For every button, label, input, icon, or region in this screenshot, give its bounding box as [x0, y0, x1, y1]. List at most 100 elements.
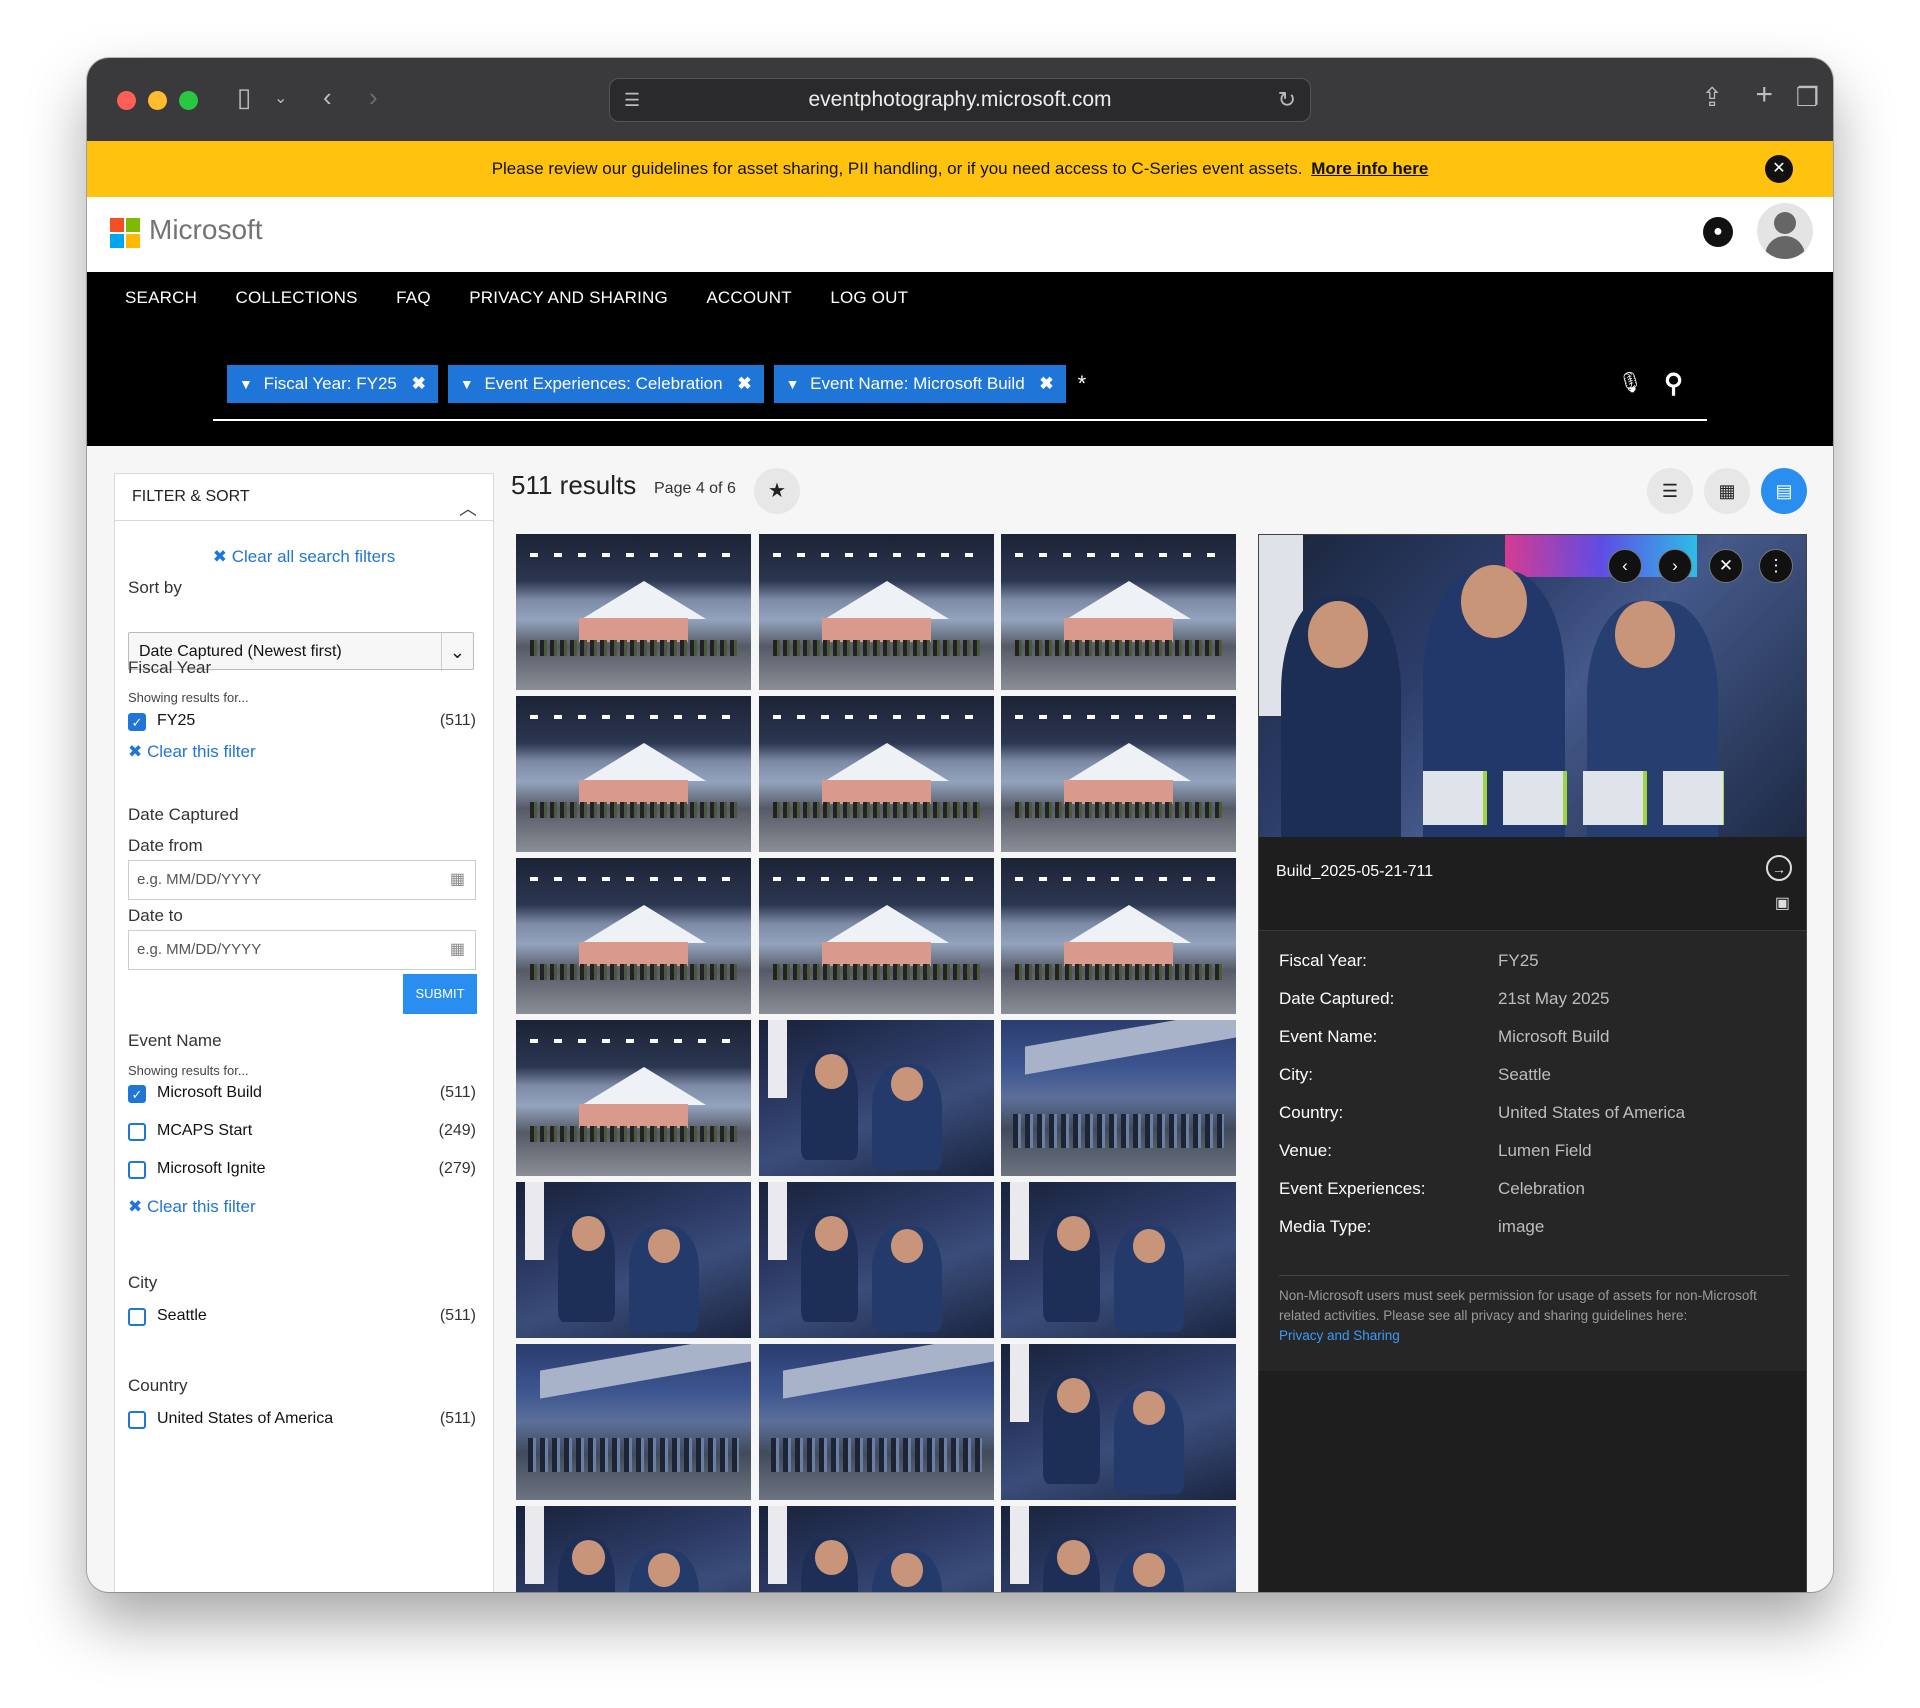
checkbox-usa[interactable]: United States of America (511)	[128, 1409, 476, 1433]
nav-privacy-sharing[interactable]: PRIVACY AND SHARING	[469, 288, 668, 308]
search-input[interactable]: *	[1078, 365, 1087, 403]
photo-thumbnail[interactable]	[516, 534, 751, 690]
nav-faq[interactable]: FAQ	[396, 288, 431, 308]
filter-chip-event-name[interactable]: ▼ Event Name: Microsoft Build ✖	[773, 365, 1066, 403]
checkbox-checked-icon[interactable]: ✓	[128, 713, 146, 731]
checkbox-checked-icon[interactable]: ✓	[128, 1085, 146, 1103]
avatar[interactable]	[1757, 203, 1813, 259]
notification-bell-icon[interactable]: ●	[1703, 217, 1733, 247]
filter-chip-fiscal-year[interactable]: ▼ Fiscal Year: FY25 ✖	[227, 365, 438, 403]
remove-chip-icon[interactable]: ✖	[737, 374, 751, 393]
asset-preview-image[interactable]: ‹ › ✕ ⋮	[1259, 535, 1806, 837]
photo-thumbnail[interactable]	[759, 858, 994, 1014]
checkbox-unchecked-icon[interactable]	[128, 1123, 146, 1141]
banner-more-info-link[interactable]: More info here	[1311, 159, 1428, 178]
microphone-icon[interactable]: 🎙	[1618, 370, 1643, 395]
nav-account[interactable]: ACCOUNT	[706, 288, 791, 308]
url-bar[interactable]: ☰ eventphotography.microsoft.com ↻	[609, 78, 1311, 122]
remove-chip-icon[interactable]: ✖	[412, 374, 426, 393]
tab-overview-icon[interactable]: ❐	[1796, 82, 1819, 112]
meta-key: Country:	[1279, 1103, 1344, 1122]
calendar-icon[interactable]: ▦	[450, 861, 465, 899]
close-icon[interactable]: ✕	[1709, 549, 1743, 583]
event-name-title: Event Name	[128, 1031, 222, 1050]
chevron-down-icon[interactable]: ⌄	[274, 84, 287, 114]
date-from-field[interactable]: e.g. MM/DD/YYYY ▦	[128, 860, 476, 900]
clear-fiscal-year-filter-link[interactable]: ✖ Clear this filter	[128, 742, 256, 762]
photo-thumbnail[interactable]	[516, 1506, 751, 1592]
previous-icon[interactable]: ‹	[1608, 549, 1642, 583]
filter-header[interactable]: FILTER & SORT ︿	[115, 474, 493, 521]
photo-thumbnail[interactable]	[516, 858, 751, 1014]
remove-chip-icon[interactable]: ✖	[1039, 374, 1053, 393]
meta-value: Lumen Field	[1498, 1141, 1592, 1160]
list-view-icon[interactable]: ☰	[1647, 468, 1693, 514]
star-icon[interactable]: ★	[754, 468, 800, 514]
photo-thumbnail[interactable]	[759, 534, 994, 690]
page-settings-icon[interactable]: ☰	[624, 79, 640, 121]
nav-log-out[interactable]: LOG OUT	[830, 288, 908, 308]
close-window-button[interactable]	[117, 91, 136, 110]
meta-key: Venue:	[1279, 1141, 1332, 1160]
nav-search[interactable]: SEARCH	[125, 288, 197, 308]
close-icon[interactable]: ✕	[1765, 155, 1793, 183]
checkbox-seattle[interactable]: Seattle (511)	[128, 1306, 476, 1330]
meta-value: 21st May 2025	[1498, 989, 1610, 1008]
minimize-window-button[interactable]	[148, 91, 167, 110]
privacy-sharing-link[interactable]: Privacy and Sharing	[1279, 1328, 1400, 1343]
filter-panel: FILTER & SORT ︿ ✖ Clear all search filte…	[114, 473, 494, 1592]
photo-thumbnail[interactable]	[1001, 696, 1236, 852]
option-label: MCAPS Start	[157, 1122, 253, 1139]
photo-thumbnail[interactable]	[516, 1344, 751, 1500]
brand-name[interactable]: Microsoft	[149, 214, 263, 246]
submit-button[interactable]: SUBMIT	[403, 974, 477, 1014]
asset-filename: Build_2025-05-21-711	[1276, 863, 1434, 880]
photo-thumbnail[interactable]	[759, 1020, 994, 1176]
meta-value: Seattle	[1498, 1065, 1551, 1084]
filter-chip-event-experiences[interactable]: ▼ Event Experiences: Celebration ✖	[447, 365, 764, 403]
reload-icon[interactable]: ↻	[1278, 79, 1296, 121]
open-asset-icon[interactable]: →	[1766, 855, 1792, 881]
photo-thumbnail[interactable]	[516, 1182, 751, 1338]
photo-thumbnail[interactable]	[1001, 1506, 1236, 1592]
checkbox-unchecked-icon[interactable]	[128, 1411, 146, 1429]
forward-icon[interactable]: ›	[369, 82, 378, 112]
checkbox-unchecked-icon[interactable]	[128, 1308, 146, 1326]
share-icon[interactable]: ⇪	[1701, 82, 1723, 112]
more-options-icon[interactable]: ⋮	[1759, 549, 1793, 583]
photo-thumbnail[interactable]	[1001, 1344, 1236, 1500]
photo-thumbnail[interactable]	[759, 1506, 994, 1592]
next-icon[interactable]: ›	[1658, 549, 1692, 583]
photo-thumbnail[interactable]	[516, 696, 751, 852]
grid-view-icon[interactable]: ▦	[1704, 468, 1750, 514]
checkbox-mcaps-start[interactable]: MCAPS Start (249)	[128, 1121, 476, 1145]
photo-thumbnail[interactable]	[759, 1344, 994, 1500]
back-icon[interactable]: ‹	[323, 82, 332, 112]
calendar-icon[interactable]: ▦	[450, 931, 465, 969]
photo-thumbnail[interactable]	[1001, 1020, 1236, 1176]
checkbox-microsoft-build[interactable]: ✓ Microsoft Build (511)	[128, 1083, 476, 1107]
search-icon[interactable]: ⚲	[1664, 368, 1683, 399]
chevron-up-icon[interactable]: ︿	[459, 486, 477, 532]
maximize-window-button[interactable]	[179, 91, 198, 110]
sidebar-toggle-icon[interactable]: ▯	[237, 82, 251, 112]
date-to-field[interactable]: e.g. MM/DD/YYYY ▦	[128, 930, 476, 970]
clear-event-name-filter-link[interactable]: ✖ Clear this filter	[128, 1197, 256, 1217]
results-count: 511 results	[511, 470, 637, 500]
photo-thumbnail[interactable]	[1001, 858, 1236, 1014]
checkbox-unchecked-icon[interactable]	[128, 1161, 146, 1179]
checkbox-fy25[interactable]: ✓ FY25 (511)	[128, 711, 476, 735]
guidelines-banner: Please review our guidelines for asset s…	[87, 141, 1833, 197]
clear-all-filters-link[interactable]: ✖ Clear all search filters	[115, 547, 493, 567]
photo-thumbnail[interactable]	[759, 1182, 994, 1338]
checkbox-microsoft-ignite[interactable]: Microsoft Ignite (279)	[128, 1159, 476, 1183]
photo-thumbnail[interactable]	[516, 1020, 751, 1176]
photo-thumbnail[interactable]	[1001, 1182, 1236, 1338]
new-tab-icon[interactable]: +	[1755, 80, 1773, 110]
microsoft-logo-icon[interactable]	[110, 218, 141, 249]
detail-view-icon[interactable]: ▤	[1761, 468, 1807, 514]
photo-thumbnail[interactable]	[759, 696, 994, 852]
nav-collections[interactable]: COLLECTIONS	[236, 288, 358, 308]
meta-value: FY25	[1498, 951, 1539, 970]
photo-thumbnail[interactable]	[1001, 534, 1236, 690]
